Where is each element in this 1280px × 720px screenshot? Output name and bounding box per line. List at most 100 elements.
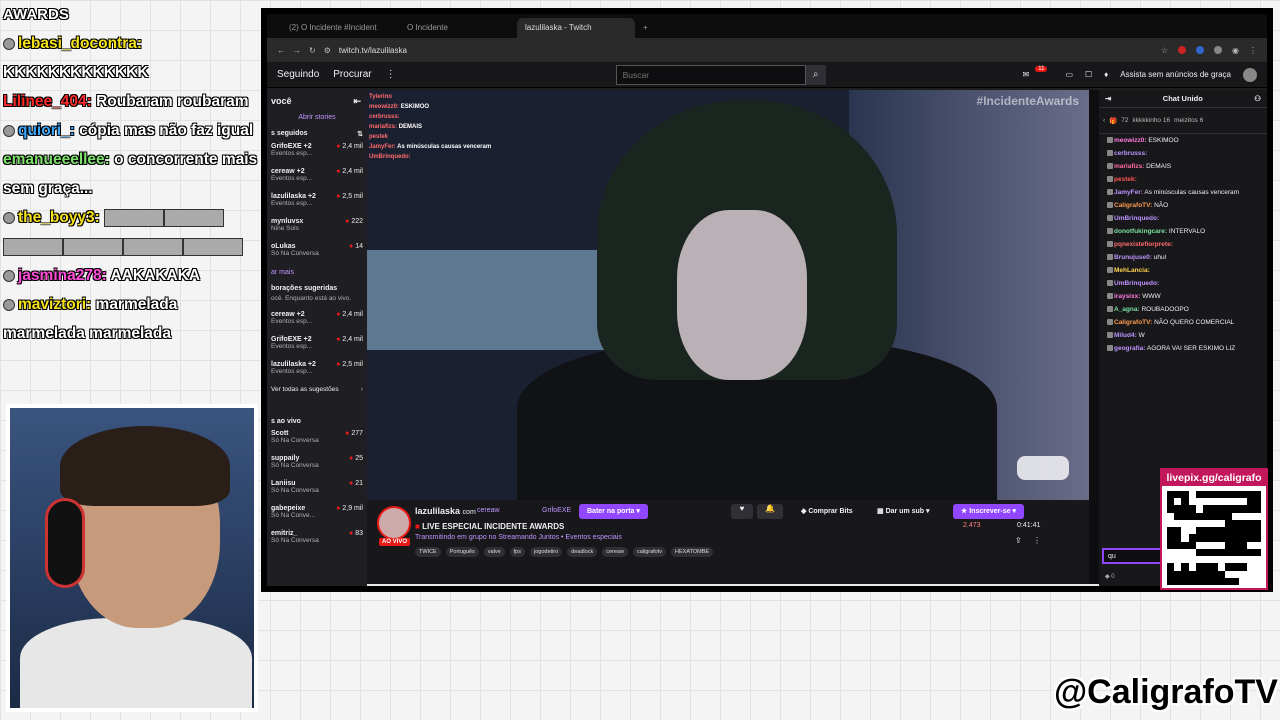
stream-tag[interactable]: deadlock xyxy=(567,547,598,557)
chat-username[interactable]: iraysixx: xyxy=(1114,293,1140,300)
bits-icon[interactable]: ◆ xyxy=(1105,574,1110,580)
chat-username[interactable]: Milud4: xyxy=(1114,332,1137,339)
sidebar-channel-info: GrifoEXE +2 Eventos esp... xyxy=(271,143,312,164)
show-more-link[interactable]: ar mais xyxy=(267,266,367,279)
video-player[interactable]: Tylerino meowizz0: ESKIMOO cerbrusss: mar… xyxy=(367,90,1089,500)
back-icon[interactable]: ← xyxy=(277,46,285,55)
chat-badge-icon xyxy=(1107,228,1113,235)
chat-username[interactable]: JamyFer: xyxy=(1114,189,1143,196)
chat-username[interactable]: UmBrinquedo: xyxy=(1114,215,1159,222)
forward-icon[interactable]: → xyxy=(293,46,301,55)
reload-icon[interactable]: ↻ xyxy=(309,46,316,55)
sidebar-channel[interactable]: suppaily Só Na Conversa ● 25 xyxy=(267,453,367,478)
sidebar-channel[interactable]: GrifoEXE +2 Eventos esp... ● 2,4 mil xyxy=(267,334,367,359)
extension-icon[interactable] xyxy=(1196,45,1205,54)
menu-icon[interactable]: ⋮ xyxy=(1249,46,1257,55)
chat-badge-icon xyxy=(1107,202,1113,209)
nav-more-icon[interactable]: ⋮ xyxy=(386,69,396,80)
turbo-link[interactable]: Assista sem anúncios de graça xyxy=(1120,70,1231,79)
raid-button[interactable]: Bater na porta ▾ xyxy=(579,504,648,519)
sidebar-viewer-count: ● 25 xyxy=(349,455,363,476)
chat-username[interactable]: MehLancia: xyxy=(1114,267,1150,274)
stream-tag[interactable]: fps xyxy=(509,547,525,557)
subscribe-button[interactable]: ★ Inscrever-se ▾ xyxy=(953,504,1024,519)
chat-username[interactable]: geografia: xyxy=(1114,345,1145,352)
sidebar-channel[interactable]: Laniisu Só Na Conversa ● 21 xyxy=(267,478,367,503)
chat-username[interactable]: CaligrafoTV: xyxy=(1114,202,1152,209)
chevron-left-icon[interactable]: ‹ xyxy=(1103,117,1105,124)
more-options-icon[interactable]: ⋮ xyxy=(1033,536,1041,545)
collab-channel[interactable]: cereaw xyxy=(477,507,500,514)
sidebar-channel[interactable]: cereaw +2 Eventos esp... ● 2,4 mil xyxy=(267,166,367,191)
inbox-icon[interactable]: ▭ xyxy=(1065,70,1073,79)
see-all-suggestions[interactable]: Ver todas as sugestões › xyxy=(267,384,367,412)
emote-icon xyxy=(63,237,123,256)
chat-username[interactable]: mariafizs: xyxy=(1114,163,1144,170)
nav-following[interactable]: Seguindo xyxy=(277,69,319,80)
chat-username[interactable]: UmBrinquedo: xyxy=(1114,280,1159,287)
extension-icon[interactable] xyxy=(1178,45,1187,54)
chat-username[interactable]: CaligrafoTV: xyxy=(1114,319,1152,326)
followed-header: s seguidos ⇅ xyxy=(267,124,367,141)
buy-bits-button[interactable]: ◆ Comprar Bits xyxy=(797,504,857,519)
sidebar-channel[interactable]: lazulilaska +2 Eventos esp... ● 2,5 mil xyxy=(267,191,367,216)
browser-tab-active[interactable]: lazulilaska - Twitch xyxy=(517,18,635,38)
extension-icon[interactable] xyxy=(1214,45,1223,54)
sidebar-channel[interactable]: GrifoEXE +2 Eventos esp... ● 2,4 mil xyxy=(267,141,367,166)
new-tab-button[interactable]: + xyxy=(635,18,753,38)
chat-message: pqnexistefiorprete: xyxy=(1099,238,1267,251)
stream-tag[interactable]: Português xyxy=(445,547,479,557)
avatar[interactable] xyxy=(1243,67,1257,82)
crown-icon[interactable]: ♦ xyxy=(1104,70,1108,79)
search-icon[interactable]: ⌕ xyxy=(805,64,826,85)
collab-channel[interactable]: GrifoEXE xyxy=(542,507,571,514)
chat-username[interactable]: donotfukingcare: xyxy=(1114,228,1167,235)
sidebar-channel-name: GrifoEXE +2 xyxy=(271,336,312,343)
whispers-icon[interactable]: ☐ xyxy=(1085,70,1092,79)
search-input[interactable] xyxy=(615,64,806,85)
share-icon[interactable]: ⇪ xyxy=(1015,536,1022,545)
chat-username[interactable]: Brunujuse0: xyxy=(1114,254,1152,261)
sidebar-channel[interactable]: emitriz_ Só Na Conversa ● 83 xyxy=(267,528,367,553)
stream-tag[interactable]: jogodetiro xyxy=(530,547,563,557)
url-field[interactable]: twitch.tv/lazulilaska xyxy=(339,46,407,55)
stream-together-link[interactable]: Transmitindo em grupo no Streamando Junt… xyxy=(415,534,622,541)
browser-tab[interactable]: O Incidente xyxy=(399,18,517,38)
bookmark-star-icon[interactable]: ☆ xyxy=(1161,46,1168,55)
streamer-name[interactable]: lazulilaska com xyxy=(415,506,476,516)
open-stories-link[interactable]: Abrir stories xyxy=(267,111,367,124)
sidebar-channel[interactable]: Scott Só Na Conversa ● 277 xyxy=(267,428,367,453)
stream-tag[interactable]: HEXATOMBE xyxy=(671,547,714,557)
stream-tag[interactable]: caligrafotv xyxy=(632,547,667,557)
sidebar-channel-category: Eventos esp... xyxy=(271,200,313,207)
sidebar-channel[interactable]: gabepeixe Só Na Conve... ● 2,9 mil xyxy=(267,503,367,528)
sidebar-channel-category: Eventos esp... xyxy=(271,175,313,182)
browser-tab[interactable]: (2) O Incidente #Incident xyxy=(281,18,399,38)
notifications-icon[interactable]: ✉ xyxy=(1023,70,1030,79)
collapse-icon[interactable]: ⇤ xyxy=(353,96,361,107)
chat-username[interactable]: cerbrusss: xyxy=(1114,150,1147,157)
nav-browse[interactable]: Procurar xyxy=(333,69,371,80)
profile-icon[interactable]: ◉ xyxy=(1232,46,1239,55)
chat-username[interactable]: pqnexistefiorprete: xyxy=(1114,241,1173,248)
sidebar-channel[interactable]: oLukas Só Na Conversa ● 14 xyxy=(267,241,367,266)
stream-tag[interactable]: cereaw xyxy=(602,547,628,557)
sort-icon[interactable]: ⇅ xyxy=(357,130,363,138)
chat-username[interactable]: A_agna: xyxy=(1114,306,1140,313)
sidebar-channel[interactable]: mynluvsx Nine Sols ● 222 xyxy=(267,216,367,241)
chat-input[interactable] xyxy=(1102,548,1164,564)
gift-sub-button[interactable]: ▦ Dar um sub ▾ xyxy=(873,504,934,519)
chat-users-icon[interactable]: ⚇ xyxy=(1254,94,1261,103)
sidebar-channel[interactable]: cereaw +2 Eventos esp... ● 2,4 mil xyxy=(267,309,367,334)
stream-tag[interactable]: valve xyxy=(483,547,505,557)
chat-username[interactable]: pestek: xyxy=(1114,176,1137,183)
video-person-face xyxy=(677,210,807,380)
site-info-icon[interactable]: ⚙ xyxy=(324,46,331,55)
streamer-avatar[interactable] xyxy=(377,506,411,540)
notification-bell-icon[interactable]: 🔔 xyxy=(757,504,783,519)
collapse-chat-icon[interactable]: ⇥ xyxy=(1105,94,1111,103)
sidebar-channel[interactable]: lazulilaska +2 Eventos esp... ● 2,5 mil xyxy=(267,359,367,384)
stream-tag[interactable]: TWICE xyxy=(415,547,441,557)
follow-heart-icon[interactable]: ♥ xyxy=(731,504,753,519)
chat-username[interactable]: meowizz0: xyxy=(1114,137,1147,144)
